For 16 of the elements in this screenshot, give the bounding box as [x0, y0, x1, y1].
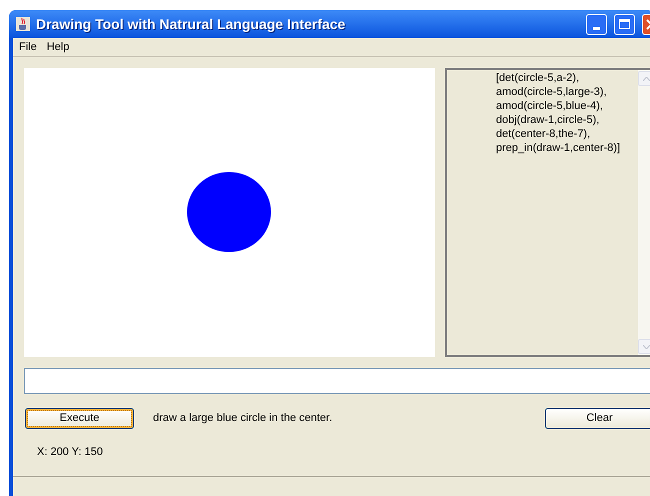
maximize-button[interactable]	[614, 14, 635, 34]
command-echo: draw a large blue circle in the center.	[153, 410, 332, 426]
command-input[interactable]	[24, 368, 650, 394]
minimize-icon	[593, 26, 600, 30]
menu-item[interactable]: Help	[42, 38, 74, 56]
execute-button[interactable]: Execute	[25, 408, 134, 428]
parse-output: [det(circle-5,a-2), amod(circle-5,large-3), amod(circle-5,blue-4), dobj(draw-1,circle-5), det(center-8,the-7), prep_in(draw-1,center-8)]	[495, 71, 622, 156]
scroll-down-button[interactable]	[638, 339, 650, 354]
clear-button[interactable]: Clear	[545, 408, 650, 428]
window-title: Drawing Tool with Natrural Language Interface	[36, 14, 346, 34]
scroll-up-button[interactable]	[638, 71, 650, 86]
maximize-icon	[619, 19, 630, 29]
minimize-button[interactable]	[586, 14, 607, 34]
coordinates-label: X: 200 Y: 150	[37, 445, 104, 460]
menu-item[interactable]: File	[15, 38, 41, 56]
java-cup-icon	[15, 16, 31, 32]
